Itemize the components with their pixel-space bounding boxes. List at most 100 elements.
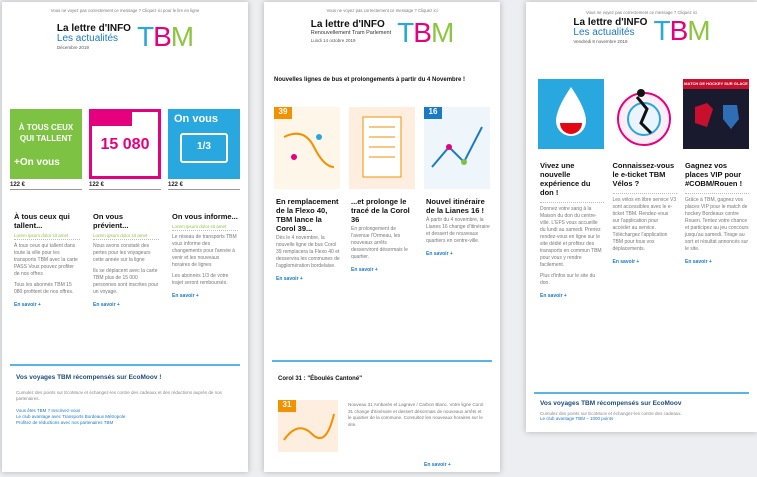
article-3-more-link[interactable]: En savoir +: [426, 251, 453, 258]
tile-1-line1: À TOUS CEUX: [18, 123, 74, 132]
tile-column-3: On vous 1/3 122 €: [168, 109, 240, 190]
ecomoov-link-1[interactable]: Le club avantage TBM – 1000 points: [540, 416, 747, 422]
route-map-3: [431, 126, 483, 168]
tile-3-fraction: 1/3: [197, 141, 211, 152]
article-3-body: Grâce à TBM, gagnez vos places VIP pour …: [685, 197, 749, 252]
article-2-more-link[interactable]: En savoir +: [351, 267, 378, 274]
article-1-title: En remplacement de la Flexo 40, TBM lanc…: [276, 197, 339, 233]
hockey-tile[interactable]: MATCH DE HOCKEY SUR GLACE: [683, 79, 749, 149]
article-2-separator: [612, 190, 677, 194]
tile-1-line3: +On vous: [14, 157, 60, 168]
article-2-body: En prolongement de l'avenue l'Ormeau, le…: [351, 226, 408, 260]
promo-tile-2[interactable]: 15 080: [89, 109, 161, 179]
article-1-extra: Plus d'infos sur le site du don.: [540, 273, 596, 286]
tile-3-price: 122 €: [168, 182, 240, 190]
article-3: On vous informe... Lorem ipsum dolor sit…: [172, 212, 238, 309]
article-2-body: Nous avons constaté des pertes pour les …: [93, 243, 151, 263]
section-divider: [272, 360, 492, 362]
tile-2-price: 122 €: [89, 182, 161, 190]
article-3-title: On vous informe...: [172, 212, 238, 221]
article-2-more-link[interactable]: En savoir +: [93, 302, 120, 309]
article-3-more-link[interactable]: En savoir +: [172, 293, 199, 300]
article-2-subtitle: Lorem ipsum dolor sit amet: [93, 232, 159, 240]
blood-drop-icon: [556, 87, 586, 136]
article-3-body: À partir du 4 novembre, la Lianes 16 cha…: [426, 217, 490, 244]
section-divider: [10, 364, 240, 366]
route-map-2: [362, 116, 402, 178]
map-row: 39 16: [274, 107, 490, 189]
view-online-link[interactable]: Vous ne voyez pas correctement ce messag…: [526, 10, 757, 15]
article-2-more-link[interactable]: En savoir +: [613, 259, 640, 266]
tile-1-line2: QUI TALLENT: [19, 134, 73, 143]
view-online-link[interactable]: Vous ne voyez pas correctement ce messag…: [264, 8, 500, 13]
map-corol-31[interactable]: 31: [278, 400, 338, 452]
promo-tile-1[interactable]: À TOUS CEUX QUI TALLENT +On vous: [10, 109, 82, 179]
map-lianes-16[interactable]: 16: [424, 107, 490, 189]
article-3-body: Le réseau de transports TBM vous informe…: [172, 234, 237, 268]
section-divider: [534, 392, 749, 394]
article-1-body: À tous ceux qui tallent dans toute la vi…: [14, 243, 78, 277]
ecomoov-text: Cumulez des points sur EcoMoov et échang…: [16, 390, 222, 401]
ecomoov-links: Le club avantage TBM – 1000 points: [540, 416, 747, 422]
article-1-more-link[interactable]: En savoir +: [276, 276, 303, 283]
map-corol-39[interactable]: 39: [274, 107, 340, 189]
tbm-logo: TBM: [136, 21, 194, 52]
ecomoov-title: Vos voyages TBM récompensés sur EcoMoov …: [16, 374, 162, 381]
article-1-body: Dès le 4 novembre, la nouvelle ligne de …: [276, 235, 340, 269]
newsletter-date: Vendredi 8 novembre 2019: [573, 39, 628, 44]
tile-3-line1: On vous: [174, 113, 219, 125]
map-corol-36[interactable]: [349, 107, 415, 189]
tile-column-2: 15 080 122 €: [89, 109, 161, 190]
article-1: À tous ceux qui tallent... Lorem ipsum d…: [14, 212, 80, 309]
route-map-1: [283, 132, 335, 168]
newsletter-collage: Vous ne voyez pas correctement ce messag…: [0, 0, 757, 477]
route-map-4: [283, 413, 335, 441]
article-2-title: Connaissez-vous le e-ticket TBM Vélos ?: [612, 161, 675, 188]
article-3: Nouvel itinéraire de la Lianes 16 ! À pa…: [426, 197, 490, 283]
article-3-title: Nouvel itinéraire de la Lianes 16 !: [426, 197, 485, 215]
article-1-more-link[interactable]: En savoir +: [14, 302, 41, 309]
promo-tile-3[interactable]: On vous 1/3: [168, 109, 240, 179]
tile-2-accent: [92, 112, 132, 126]
newsletter-subtitle: Les actualités: [573, 27, 635, 38]
section-2-text: Nouveau 31 Ambarès et Lagrave / Carbon B…: [348, 402, 484, 427]
article-2-title: ...et prolonge le tracé de la Corol 36: [351, 197, 410, 224]
article-1-separator: [540, 199, 604, 203]
section-2-more-link[interactable]: En savoir +: [424, 462, 451, 468]
newsletter-title: La lettre d'INFO: [310, 19, 385, 30]
tbm-logo: TBM: [653, 15, 710, 46]
article-3-more-link[interactable]: En savoir +: [685, 259, 712, 266]
newsletter-subtitle: Renouvellement Tram Parlement: [310, 30, 392, 36]
newsletter-card-2: Vous ne voyez pas correctement ce messag…: [264, 2, 500, 472]
newsletter-logo: La lettre d'INFO Les actualités Vendredi…: [526, 17, 757, 55]
articles-row: En remplacement de la Flexo 40, TBM lanc…: [276, 197, 490, 283]
article-1-more-link[interactable]: En savoir +: [540, 293, 567, 300]
tiles-row: À TOUS CEUX QUI TALLENT +On vous 122 € 1…: [10, 109, 240, 190]
ecomoov-section: Vos voyages TBM récompensés sur EcoMoov …: [16, 374, 236, 426]
articles-row: Vivez une nouvelle expérience du don ! D…: [540, 161, 749, 300]
newsletter-logo: La lettre d'INFO Renouvellement Tram Par…: [264, 19, 500, 57]
blood-donation-tile[interactable]: [538, 79, 604, 149]
article-3: Gagnez vos places VIP pour #COBM/Rouen !…: [685, 161, 749, 300]
view-online-link[interactable]: Vous ne voyez pas correctement ce messag…: [2, 8, 248, 13]
card-icon: 1/3: [180, 133, 228, 163]
article-2: On vous prévient... Lorem ipsum dolor si…: [93, 212, 159, 309]
ecomoov-title: Vos voyages TBM récompensés sur EcoMoov: [540, 400, 682, 407]
newsletter-subtitle: Les actualités: [56, 33, 119, 44]
newsletter-date: Décembre 2019: [56, 45, 89, 50]
article-2-title: On vous prévient...: [93, 212, 129, 230]
article-1: En remplacement de la Flexo 40, TBM lanc…: [276, 197, 340, 283]
tiles-row: MATCH DE HOCKEY SUR GLACE: [538, 79, 749, 149]
article-1-title: À tous ceux qui tallent...: [14, 212, 70, 230]
article-1: Vivez une nouvelle expérience du don ! D…: [540, 161, 604, 300]
article-1-subtitle: Lorem ipsum dolor sit amet: [14, 232, 80, 240]
tile-1-price: 122 €: [10, 182, 82, 190]
article-3-title: Gagnez vos places VIP pour #COBM/Rouen !: [685, 161, 743, 188]
ecomoov-link-3[interactable]: Profitez de réductions avec nos partenai…: [16, 420, 236, 426]
article-2: Connaissez-vous le e-ticket TBM Vélos ? …: [612, 161, 677, 300]
articles-row: À tous ceux qui tallent... Lorem ipsum d…: [14, 212, 238, 309]
main-headline: Nouvelles lignes de bus et prolongements…: [274, 77, 466, 83]
newsletter-date: Lundi 14 octobre 2019: [310, 38, 356, 43]
section-2-title: Corol 31 : "Éboulés Cantoné": [278, 376, 363, 382]
vcub-tile[interactable]: [610, 79, 677, 149]
